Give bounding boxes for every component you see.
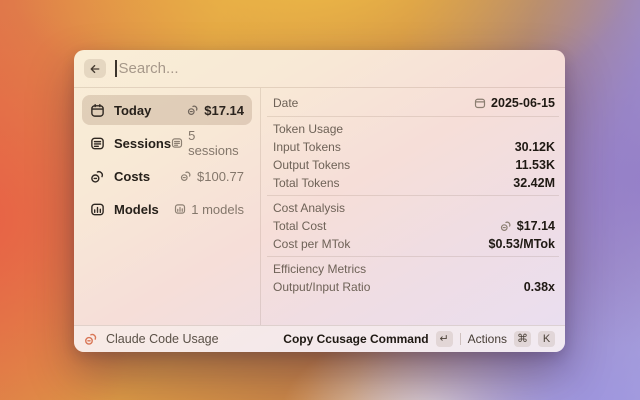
list-item-sessions[interactable]: Sessions 5 sessions [82,128,252,158]
coins-icon [90,169,105,184]
metadata-row-date: Date 2025-06-15 [273,93,555,113]
command-palette-window: Today $17.14 Sessions 5 session [74,50,565,352]
list-item-accessory: $100.77 [180,169,244,184]
list-item-accessory: $17.14 [187,103,244,118]
coins-icon [187,104,199,116]
section-title-cost-analysis: Cost Analysis [273,199,555,217]
action-bar: Claude Code Usage Copy Ccusage Command ↵… [74,325,565,352]
coins-icon [84,332,98,346]
metadata-row: Output/Input Ratio 0.38x [273,278,555,296]
search-field [115,60,555,77]
bar-chart-icon [90,202,105,217]
list-item-accessory: 1 models [174,202,244,217]
coins-icon [500,220,512,232]
sessions-icon [171,137,183,149]
actions-menu-button[interactable]: Actions [468,332,507,346]
calendar-icon [90,103,105,118]
divider [460,333,461,345]
metadata-row: Total Cost $17.14 [273,217,555,235]
command-key-badge: ⌘ [514,331,531,347]
list-item-models[interactable]: Models 1 models [82,194,252,224]
list-item-label: Models [114,202,159,217]
bar-chart-icon [174,203,186,215]
return-key-badge: ↵ [436,331,453,347]
footer-actions: Copy Ccusage Command ↵ Actions ⌘ K [283,331,555,347]
date-value: 2025-06-15 [491,96,555,110]
primary-action-button[interactable]: Copy Ccusage Command [283,332,428,346]
coins-icon [180,170,192,182]
k-key-badge: K [538,331,555,347]
search-input[interactable] [117,60,556,77]
search-header [74,50,565,88]
section-title-token-usage: Token Usage [273,120,555,138]
detail-panel: Date 2025-06-15 Token Usage Input Tokens… [261,88,565,325]
divider [267,116,559,117]
list-item-label: Sessions [114,136,171,151]
metadata-row: Output Tokens 11.53K [273,156,555,174]
section-title-efficiency-metrics: Efficiency Metrics [273,260,555,278]
sessions-icon [90,136,105,151]
list-item-today[interactable]: Today $17.14 [82,95,252,125]
results-list: Today $17.14 Sessions 5 session [74,88,261,325]
list-item-costs[interactable]: Costs $100.77 [82,161,252,191]
total-cost-value: $17.14 [517,219,555,233]
divider [267,195,559,196]
main-body: Today $17.14 Sessions 5 session [74,88,565,325]
list-item-label: Today [114,103,151,118]
extension-name: Claude Code Usage [106,332,219,346]
list-item-accessory: 5 sessions [171,128,244,158]
metadata-row: Input Tokens 30.12K [273,138,555,156]
calendar-icon [474,97,486,109]
arrow-left-icon [89,63,101,75]
back-button[interactable] [84,59,106,78]
metadata-row: Total Tokens 32.42M [273,174,555,192]
divider [267,256,559,257]
list-item-label: Costs [114,169,150,184]
metadata-row: Cost per MTok $0.53/MTok [273,235,555,253]
